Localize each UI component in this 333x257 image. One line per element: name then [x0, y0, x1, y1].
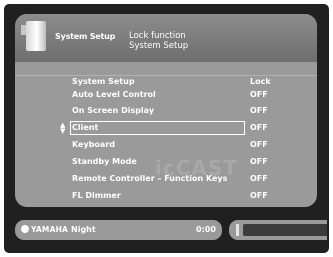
yamaha-logo-icon: [21, 225, 29, 233]
menu-item-label: Client: [72, 123, 99, 132]
menu-item-label: Standby Mode: [72, 157, 137, 166]
menu-item-value: OFF: [250, 174, 268, 183]
tv-screen: System Setup Lock function System Setup …: [4, 4, 329, 253]
up-down-arrows-icon: ▲ ▼: [60, 121, 66, 135]
amplifier-icon: [21, 21, 46, 51]
brand-label: YAMAHA: [21, 225, 68, 234]
title-line-1: Lock function: [129, 31, 186, 41]
sound-mode: Night: [71, 225, 96, 234]
setup-panel: System Setup Lock function System Setup …: [15, 14, 317, 207]
menu-item-auto-level-control[interactable]: Auto Level Control OFF: [15, 89, 317, 101]
menu-header-row: System Setup Lock: [15, 75, 317, 88]
level-marker: [236, 224, 239, 236]
timer: 0:00: [196, 225, 216, 234]
menu-item-fl-dimmer[interactable]: FL Dimmer OFF: [15, 190, 317, 202]
menu-item-on-screen-display[interactable]: On Screen Display OFF: [15, 105, 317, 117]
menu-item-label: Keyboard: [72, 140, 115, 149]
watermark: icCAST: [155, 156, 238, 180]
menu-item-value: OFF: [250, 90, 268, 99]
menu-item-value: OFF: [250, 157, 268, 166]
menu-item-value: OFF: [250, 191, 268, 200]
menu-item-keyboard[interactable]: Keyboard OFF: [15, 139, 317, 151]
page-title: Lock function System Setup: [129, 31, 188, 51]
title-line-2: System Setup: [129, 41, 189, 51]
menu-item-value: OFF: [250, 140, 268, 149]
app-name: System Setup: [55, 32, 116, 41]
level-track: [243, 224, 327, 236]
menu-header-value: Lock: [250, 77, 271, 86]
brand-name: YAMAHA: [31, 225, 69, 234]
menu-header-label: System Setup: [72, 77, 135, 86]
menu-item-client[interactable]: ▲ ▼ Client OFF: [15, 121, 317, 135]
menu-item-label: FL Dimmer: [72, 191, 121, 200]
level-indicator: [229, 220, 327, 240]
menu-item-value: OFF: [250, 123, 268, 132]
menu-item-label: Auto Level Control: [72, 90, 156, 99]
menu-item-value: OFF: [250, 106, 268, 115]
menu-item-label: On Screen Display: [72, 106, 155, 115]
title-bar: System Setup Lock function System Setup: [15, 14, 317, 62]
status-bar: YAMAHA Night 0:00: [15, 220, 222, 240]
